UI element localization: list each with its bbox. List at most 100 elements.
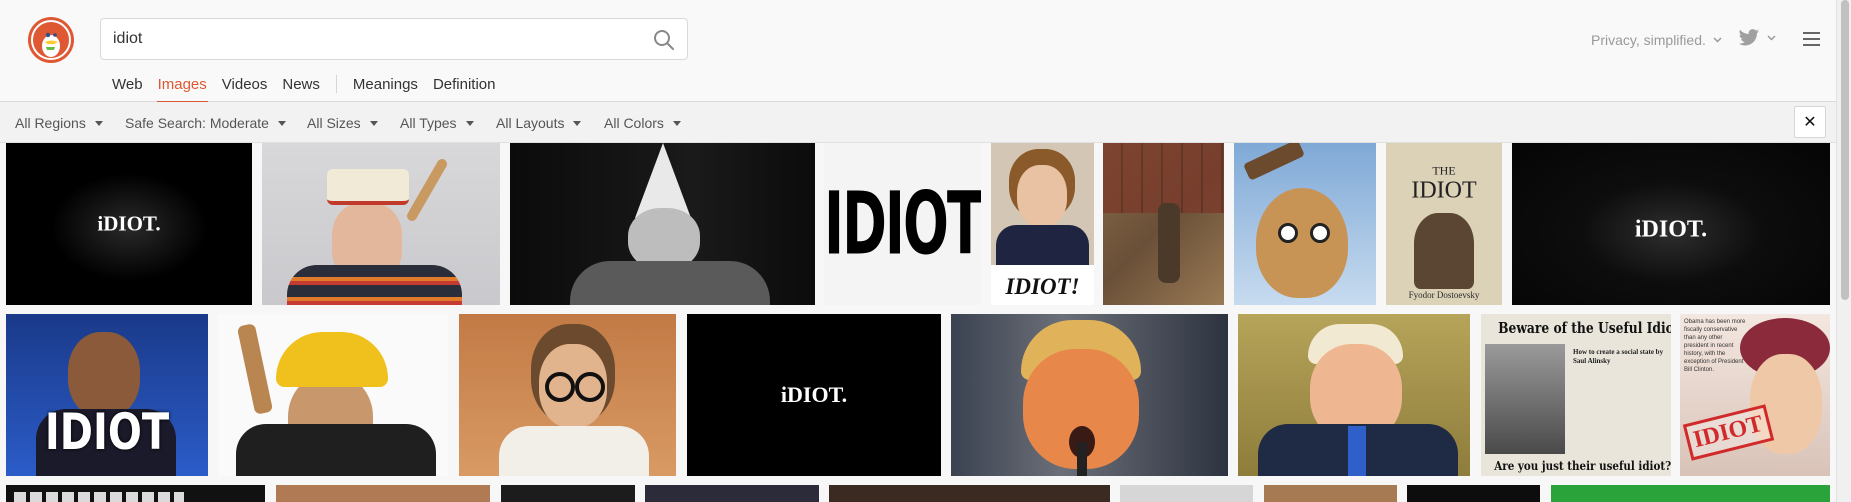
image-result[interactable]: iDIOT. [1512, 143, 1830, 305]
tab-definition[interactable]: Definition [433, 76, 496, 93]
tab-news[interactable]: News [282, 76, 320, 93]
image-result[interactable] [1120, 485, 1253, 502]
image-figure [575, 372, 605, 402]
image-caption: IDIOT [824, 173, 981, 275]
caret-down-icon [573, 120, 582, 126]
image-figure [545, 372, 575, 402]
filter-types[interactable]: All Types [400, 115, 474, 131]
filter-regions[interactable]: All Regions [15, 115, 103, 131]
image-caption: IDIOT [44, 403, 170, 461]
image-figure [276, 332, 388, 387]
image-result[interactable]: Obama has been more fiscally conservativ… [1680, 314, 1830, 476]
poster-text: How to create a social state by Saul Ali… [1573, 348, 1664, 365]
image-figure [1017, 165, 1067, 227]
image-figure [327, 169, 409, 205]
poster-quote: Obama has been more fiscally conservativ… [1684, 319, 1746, 373]
hamburger-menu-icon[interactable] [1803, 32, 1820, 46]
filter-colors[interactable]: All Colors [604, 115, 681, 131]
image-figure [499, 426, 649, 476]
page-scrollbar[interactable] [1836, 0, 1851, 502]
filter-safe-search[interactable]: Safe Search: Moderate [125, 115, 286, 131]
search-icon[interactable] [653, 29, 675, 51]
image-figure [287, 265, 462, 305]
image-figure [635, 143, 691, 218]
image-result[interactable] [1238, 314, 1470, 476]
tab-images[interactable]: Images [156, 76, 208, 104]
image-figure [1278, 223, 1298, 243]
image-result[interactable]: iDIOT. [687, 314, 941, 476]
image-result[interactable]: IDIOT [6, 314, 208, 476]
tab-videos[interactable]: Videos [222, 76, 268, 93]
image-figure [1348, 426, 1366, 476]
image-result[interactable] [501, 485, 635, 502]
search-input[interactable] [113, 28, 633, 50]
stamp-text: IDIOT [1682, 404, 1774, 461]
image-figure [405, 157, 449, 223]
image-result[interactable] [829, 485, 1110, 502]
image-figure [1158, 203, 1180, 283]
image-result[interactable] [6, 485, 265, 502]
book-author: Fyodor Dostoevsky [1408, 290, 1480, 300]
scrollbar-thumb[interactable] [1841, 0, 1849, 300]
caret-down-icon [672, 120, 681, 126]
poster-header: Beware of the Useful Idiots [1498, 319, 1671, 337]
caret-down-icon [369, 120, 378, 126]
privacy-label: Privacy, simplified. [1591, 32, 1706, 48]
image-figure [236, 323, 274, 415]
privacy-dropdown[interactable]: Privacy, simplified. [1591, 32, 1722, 48]
image-result[interactable]: THE IDIOT Fyodor Dostoevsky [1386, 143, 1502, 305]
tab-web[interactable]: Web [112, 76, 143, 93]
image-figure [1310, 223, 1330, 243]
image-result[interactable]: iDIOT. [6, 143, 252, 305]
image-result[interactable] [1407, 485, 1540, 502]
filter-sizes[interactable]: All Sizes [307, 115, 378, 131]
image-figure [996, 225, 1089, 265]
image-result[interactable] [645, 485, 819, 502]
image-figure [1485, 344, 1565, 454]
book-title: IDIOT [1411, 177, 1477, 204]
close-icon: ✕ [1803, 114, 1817, 131]
search-type-tabs: Web Images Videos News Meanings Definiti… [112, 73, 510, 104]
image-result[interactable] [1234, 143, 1376, 305]
chevron-down-icon [1713, 37, 1722, 43]
image-caption: IDIOT! [1005, 274, 1080, 299]
image-figure [236, 424, 436, 476]
image-result[interactable] [262, 143, 500, 305]
twitter-dropdown[interactable] [1738, 29, 1776, 47]
tab-meanings[interactable]: Meanings [353, 76, 418, 93]
image-figure [1077, 442, 1087, 476]
image-figure [14, 492, 184, 502]
image-result[interactable] [218, 314, 448, 476]
image-figure [1243, 143, 1305, 181]
image-result[interactable]: IDIOT! [991, 143, 1094, 305]
filter-layouts[interactable]: All Layouts [496, 115, 582, 131]
book-title-prefix: THE [1432, 163, 1456, 178]
image-result[interactable] [276, 485, 490, 502]
image-result[interactable] [510, 143, 815, 305]
image-figure [1256, 188, 1348, 298]
caret-down-icon [94, 120, 103, 126]
image-result[interactable]: Beware of the Useful Idiots How to creat… [1481, 314, 1671, 476]
duckduckgo-logo[interactable] [27, 16, 75, 64]
image-result[interactable] [1264, 485, 1397, 502]
image-figure [570, 261, 770, 305]
chevron-down-icon [1767, 35, 1776, 41]
image-result[interactable] [1103, 143, 1224, 305]
filter-sizes-label: All Sizes [307, 115, 361, 131]
search-box [100, 18, 688, 60]
image-figure [1414, 213, 1474, 289]
image-result[interactable]: IDIOT [824, 143, 981, 305]
filter-bar: All Regions Safe Search: Moderate All Si… [0, 102, 1836, 143]
twitter-icon [1738, 29, 1759, 46]
image-result[interactable] [1551, 485, 1830, 502]
close-filters-button[interactable]: ✕ [1794, 106, 1826, 138]
image-result[interactable] [951, 314, 1228, 476]
filter-layouts-label: All Layouts [496, 115, 565, 131]
image-caption: iDIOT. [97, 211, 161, 236]
image-result[interactable] [459, 314, 676, 476]
caret-down-icon [465, 120, 474, 126]
filter-types-label: All Types [400, 115, 457, 131]
filter-colors-label: All Colors [604, 115, 664, 131]
tab-divider [335, 75, 337, 93]
filter-regions-label: All Regions [15, 115, 86, 131]
